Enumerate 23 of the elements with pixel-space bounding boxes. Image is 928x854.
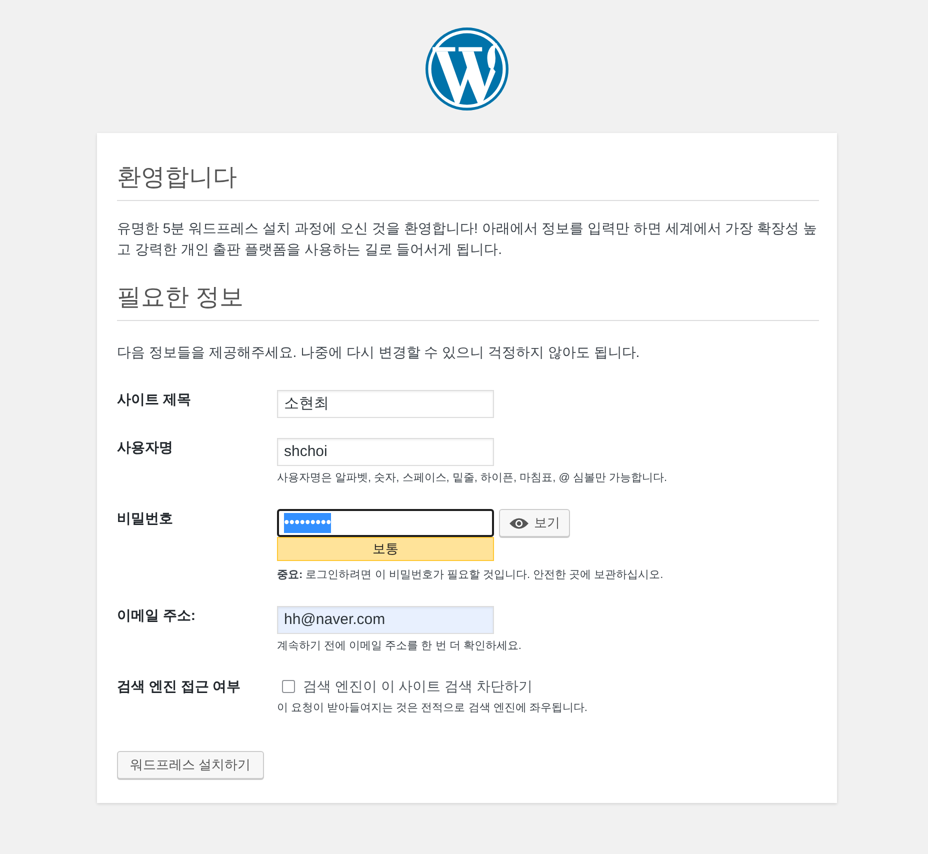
checkbox-label[interactable]: 검색 엔진이 이 사이트 검색 차단하기 xyxy=(303,677,532,695)
instructions-text: 다음 정보들을 제공해주세요. 나중에 다시 변경할 수 있으니 걱정하지 않아도 됩니다. xyxy=(117,343,641,362)
field-label: 사이트 제목 xyxy=(117,390,191,408)
field-description: 사용자명은 알파벳, 숫자, 스페이스, 밑줄, 하이픈, 마침표, @ 심볼만 가능합니다. xyxy=(277,471,668,486)
field-label: 사용자명 xyxy=(117,438,173,456)
checkbox[interactable] xyxy=(282,680,295,692)
show-password-button[interactable]: 보기 xyxy=(499,509,570,537)
field-label: 검색 엔진 접근 여부 xyxy=(117,677,241,695)
text-input[interactable]: 소현최 xyxy=(277,390,494,418)
welcome-text: 유명한 5분 워드프레스 설치 과정에 오신 것을 환영합니다! 아래에서 정보를 입력만 하면 세계에서 가장 확장성 높고 강력한 개인 출판 플랫폼을 사용하는 길로 들어서게 됩니다. xyxy=(117,219,818,259)
field-label: 비밀번호 xyxy=(117,509,173,527)
section-heading: 필요한 정보 xyxy=(117,283,244,313)
logo-icon xyxy=(425,27,509,111)
text-input[interactable]: hh@naver.com xyxy=(277,606,494,634)
text-input[interactable]: shchoi xyxy=(277,438,494,466)
password-strength-meter: 보통 xyxy=(277,537,494,561)
field-description: 이 요청이 받아들여지는 것은 전적으로 검색 엔진에 좌우됩니다. xyxy=(277,701,588,716)
field-description: 계속하기 전에 이메일 주소를 한 번 더 확인하세요. xyxy=(277,639,522,654)
eye-icon xyxy=(509,516,529,530)
field-label: 이메일 주소: xyxy=(117,606,196,624)
install-button[interactable]: 워드프레스 설치하기 xyxy=(117,751,264,779)
section-heading: 환영합니다 xyxy=(117,163,237,193)
field-description: 중요: 로그인하려면 이 비밀번호가 필요할 것입니다. 안전한 곳에 보관하십시오. xyxy=(277,568,664,583)
